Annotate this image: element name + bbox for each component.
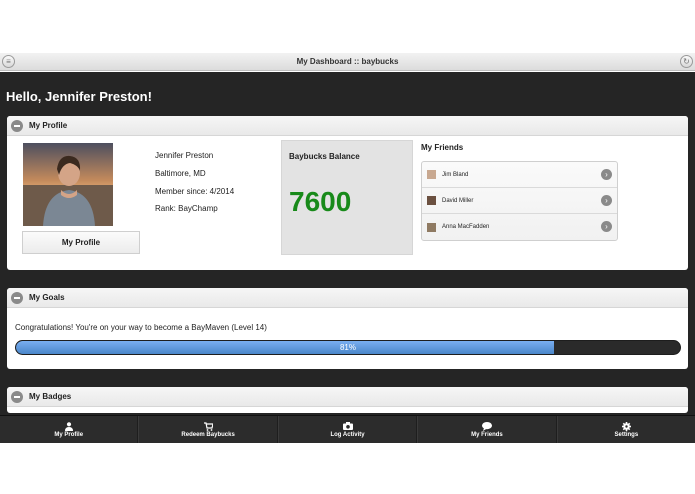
goals-panel: My Goals Congratulations! You're on your… [7, 288, 688, 369]
gear-icon [621, 421, 631, 432]
friends-list: Jim Bland › David Miller › Anna MacFadde… [421, 161, 618, 241]
balance-value: 7600 [289, 186, 352, 217]
balance-card: Baybucks Balance 7600 [281, 140, 413, 255]
friend-avatar [427, 222, 436, 232]
friend-item[interactable]: Jim Bland › [422, 162, 617, 188]
collapse-icon[interactable] [11, 291, 23, 304]
goal-message: Congratulations! You're on your way to b… [15, 323, 267, 332]
nav-log-activity[interactable]: Log Activity [277, 416, 418, 443]
camera-icon [342, 421, 353, 432]
nav-label: Log Activity [330, 431, 365, 438]
friend-name: David Miller [442, 197, 474, 204]
goals-panel-header[interactable]: My Goals [7, 288, 688, 308]
nav-redeem-baybucks[interactable]: Redeem Baybucks [138, 416, 278, 443]
balance-label: Baybucks Balance [289, 152, 360, 161]
refresh-icon[interactable]: ↻ [680, 55, 693, 68]
dashboard: Hello, Jennifer Preston! My Profile My P… [0, 72, 695, 443]
goals-panel-title: My Goals [29, 293, 65, 302]
menu-icon[interactable]: ≡ [2, 55, 15, 68]
progress-label: 81% [339, 343, 356, 352]
cart-icon [203, 421, 214, 432]
nav-label: My Profile [54, 431, 84, 438]
nav-my-friends[interactable]: My Friends [417, 416, 557, 443]
badges-panel-title: My Badges [29, 392, 72, 401]
chevron-right-icon[interactable]: › [601, 169, 612, 180]
bottom-nav: My Profile Redeem Baybucks Log Activity … [0, 415, 695, 443]
goal-progress-bar: 81% [15, 340, 681, 355]
user-icon [64, 421, 73, 432]
profile-photo [23, 143, 113, 226]
collapse-icon[interactable] [11, 390, 23, 403]
badges-panel: My Badges [7, 387, 688, 413]
friend-avatar [427, 196, 436, 205]
chevron-right-icon[interactable]: › [601, 195, 612, 206]
nav-label: Redeem Baybucks [181, 431, 235, 438]
my-profile-button[interactable]: My Profile [22, 231, 140, 254]
friend-item[interactable]: Anna MacFadden › [422, 214, 617, 240]
friend-name: Jim Bland [442, 171, 469, 178]
nav-label: Settings [614, 431, 639, 438]
profile-name: Jennifer Preston [155, 151, 214, 160]
profile-member-since: Member since: 4/2014 [155, 187, 235, 196]
friend-avatar [427, 170, 436, 179]
profile-panel-title: My Profile [29, 121, 68, 130]
profile-rank: Rank: BayChamp [155, 204, 218, 213]
friend-item[interactable]: David Miller › [422, 188, 617, 214]
titlebar: ≡ My Dashboard :: baybucks ↻ [0, 53, 695, 71]
chat-icon [481, 421, 492, 432]
badges-panel-header[interactable]: My Badges [7, 387, 688, 407]
profile-panel: My Profile My Profile Jennifer Preston B… [7, 116, 688, 270]
profile-location: Baltimore, MD [155, 169, 206, 178]
collapse-icon[interactable] [11, 119, 23, 132]
nav-my-profile[interactable]: My Profile [0, 416, 139, 443]
greeting: Hello, Jennifer Preston! [6, 89, 152, 104]
window-title: My Dashboard :: baybucks [296, 57, 399, 66]
nav-label: My Friends [471, 431, 503, 438]
nav-settings[interactable]: Settings [556, 416, 695, 443]
chevron-right-icon[interactable]: › [601, 221, 612, 232]
friend-name: Anna MacFadden [442, 224, 490, 230]
profile-panel-header[interactable]: My Profile [7, 116, 688, 136]
friends-title: My Friends [421, 143, 464, 152]
